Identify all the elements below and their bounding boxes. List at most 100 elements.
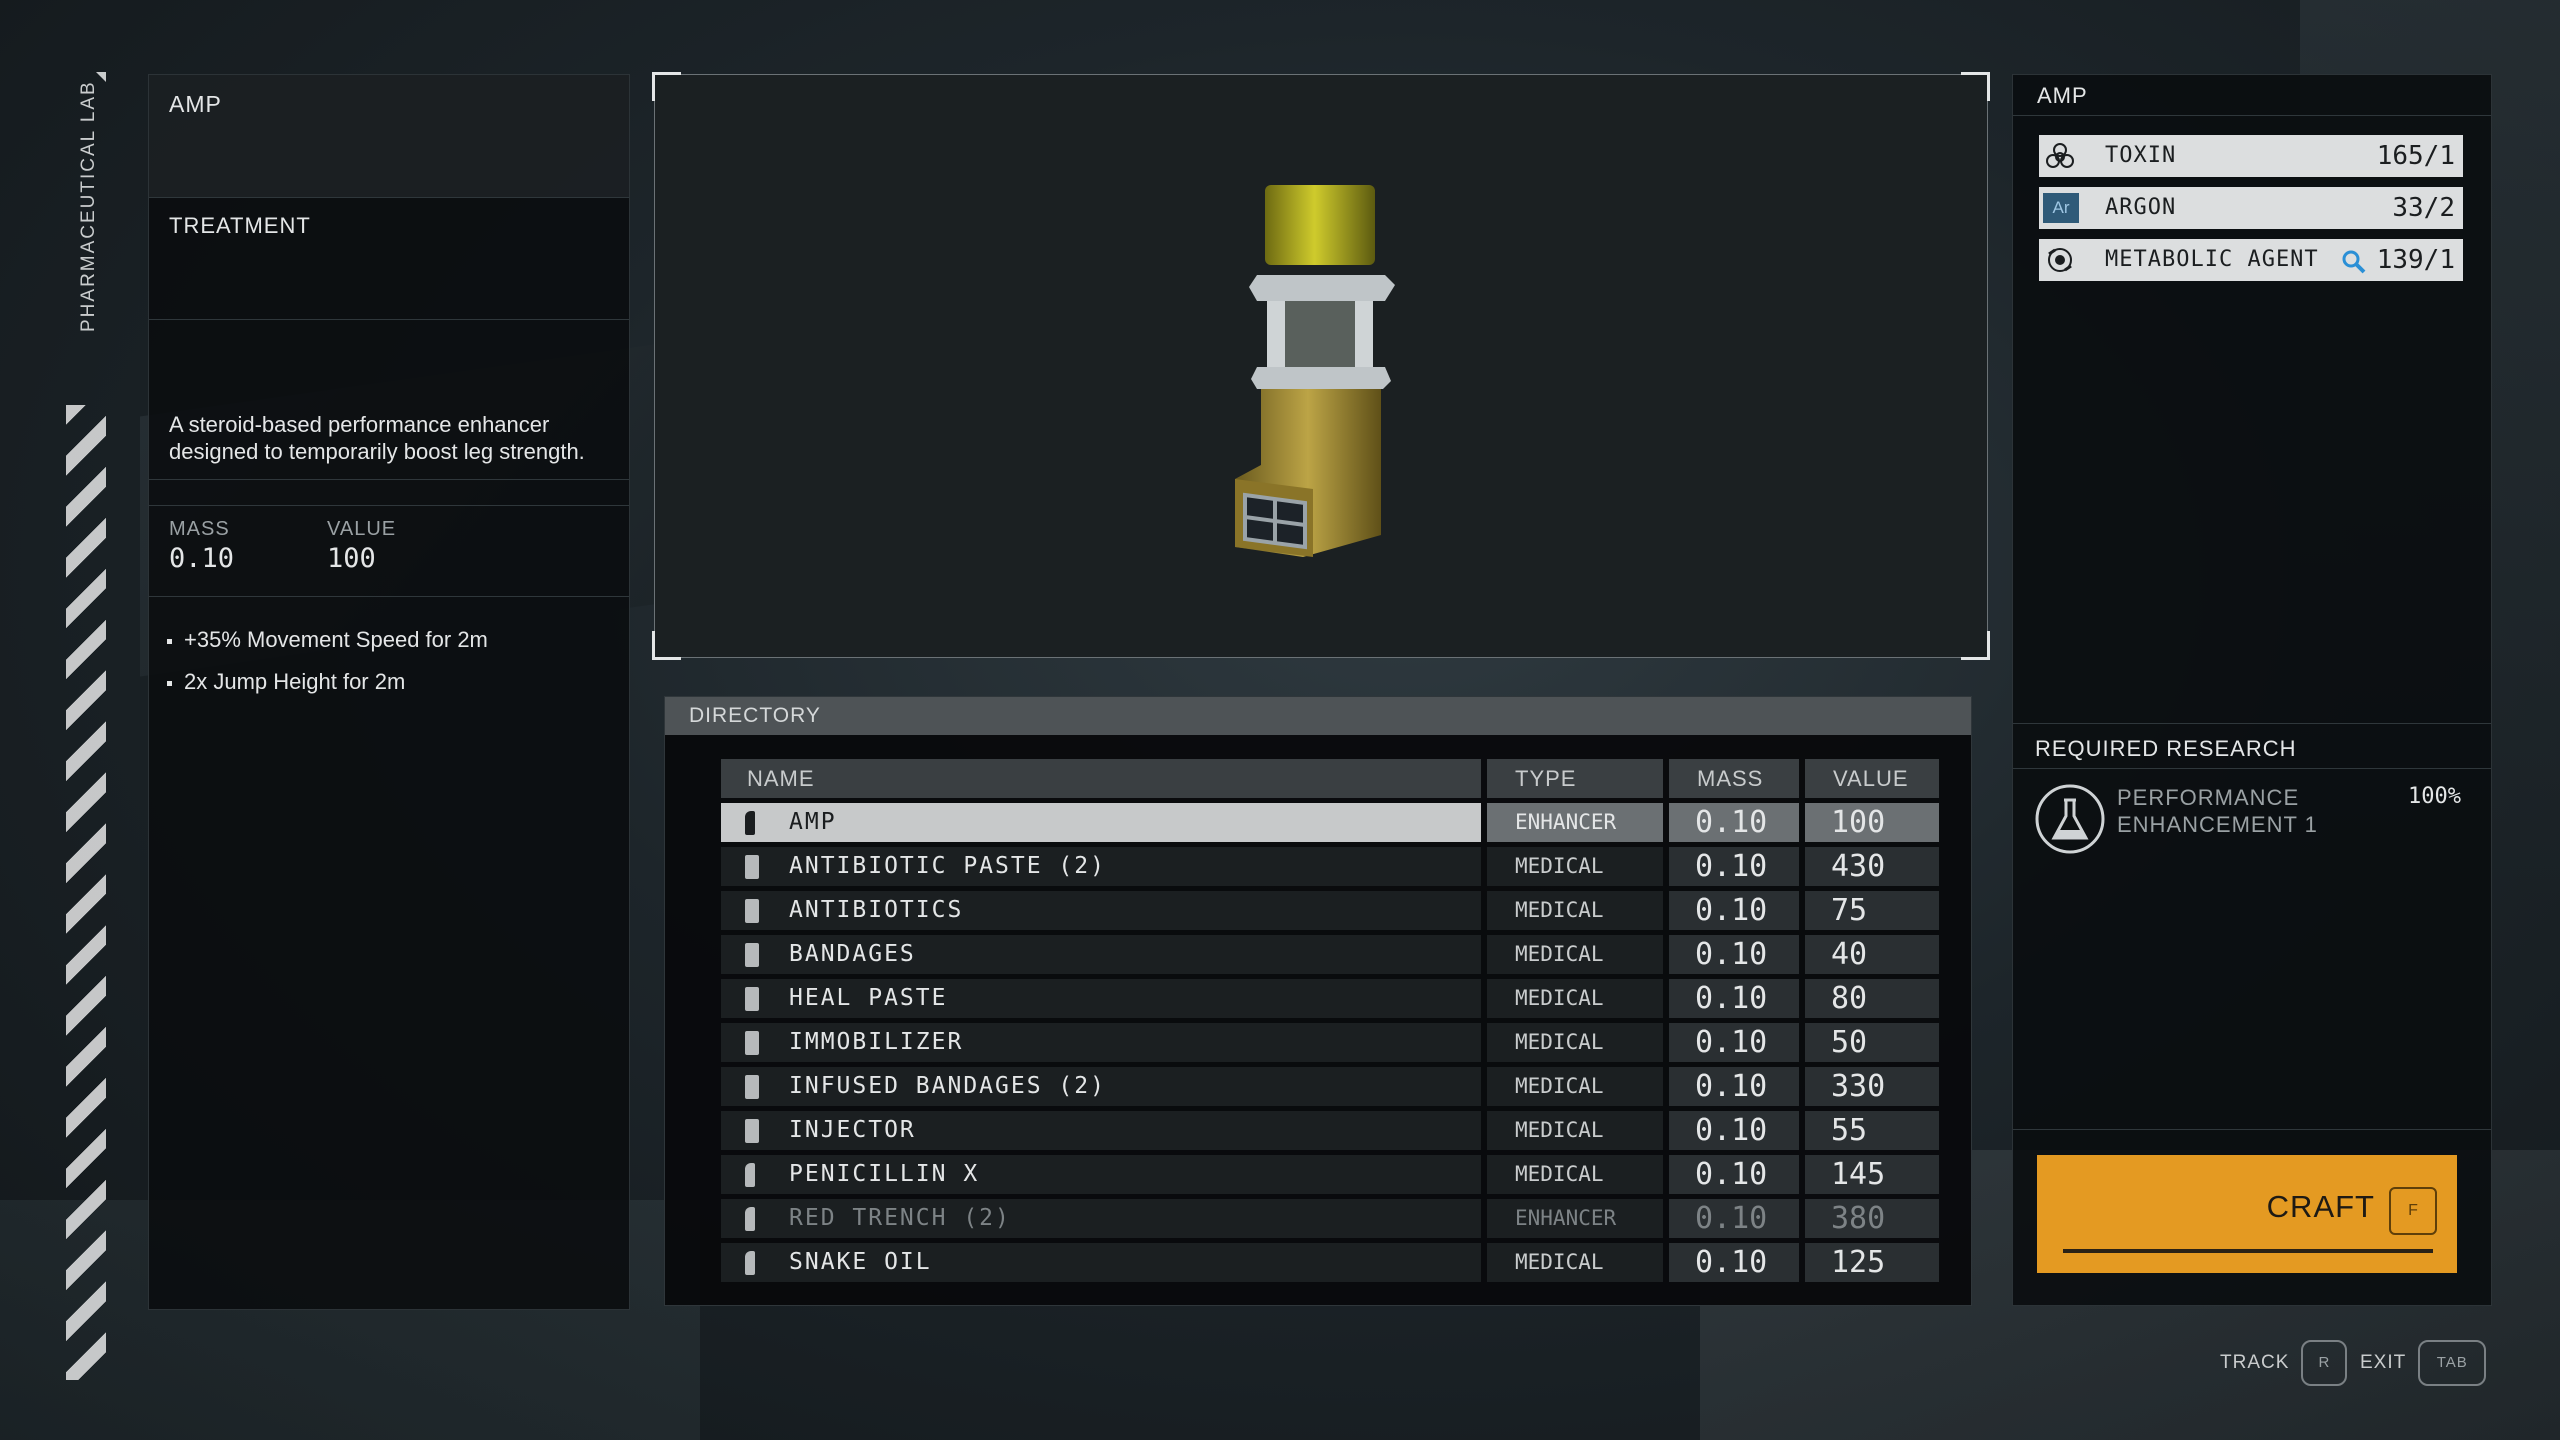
item-name: ANTIBIOTICS [789,897,964,923]
cell-mass: 0.10 [1669,979,1799,1018]
biohazard-icon [2046,143,2074,168]
cell-mass: 0.10 [1669,803,1799,842]
cell-type: MEDICAL [1487,935,1663,974]
item-type: MEDICAL [1515,1162,1604,1186]
table-row[interactable]: SNAKE OIL MEDICAL 0.10 125 [721,1243,1943,1287]
craft-button[interactable]: CRAFT F [2037,1155,2457,1273]
item-title-section: AMP [149,75,629,198]
cell-value: 330 [1805,1067,1939,1106]
exit-keybind: TAB [2418,1340,2487,1386]
research-title: REQUIRED RESEARCH [2035,736,2297,761]
item-name: IMMOBILIZER [789,1029,964,1055]
table-row[interactable]: INFUSED BANDAGES (2) MEDICAL 0.10 330 [721,1067,1943,1111]
required-research-section: REQUIRED RESEARCH PERFORMANCE ENHANCEMEN… [2013,723,2491,854]
item-name: RED TRENCH (2) [789,1205,1011,1231]
hazard-stripes [66,405,106,1380]
cell-mass: 0.10 [1669,891,1799,930]
directory-header: DIRECTORY [665,697,1971,735]
resource-row-toxin[interactable]: TOXIN 165/1 [2039,135,2463,177]
table-row[interactable]: BANDAGES MEDICAL 0.10 40 [721,935,1943,979]
item-name: ANTIBIOTIC PASTE (2) [789,853,1106,879]
item-value: 100 [1831,805,1886,840]
directory-title: DIRECTORY [689,704,821,727]
item-value: 80 [1831,981,1868,1016]
column-header-type[interactable]: TYPE [1487,759,1663,798]
amp-inhaler-model [1235,185,1395,557]
resource-row-argon[interactable]: Ar ARGON 33/2 [2039,187,2463,229]
cell-name[interactable]: BANDAGES [721,935,1481,974]
recipe-title: AMP [2037,83,2088,108]
cell-value: 430 [1805,847,1939,886]
resource-count: 139/1 [2376,245,2455,275]
research-percent: 100% [2408,784,2461,809]
item-value: 40 [1831,937,1868,972]
table-header-row: NAME TYPE MASS VALUE [721,759,1943,803]
cell-type: MEDICAL [1487,1243,1663,1282]
cell-value: 125 [1805,1243,1939,1282]
table-row[interactable]: INJECTOR MEDICAL 0.10 55 [721,1111,1943,1155]
cell-value: 80 [1805,979,1939,1018]
exit-hint[interactable]: EXIT TAB [2360,1340,2487,1386]
mass-stat: MASS 0.10 [169,518,234,574]
table-row[interactable]: RED TRENCH (2) ENHANCER 0.10 380 [721,1199,1943,1243]
resource-name: TOXIN [2105,143,2177,168]
item-mass: 0.10 [1695,1069,1768,1104]
resource-row-metabolic-agent[interactable]: METABOLIC AGENT 139/1 [2039,239,2463,281]
item-name: AMP [789,809,837,835]
item-mass: 0.10 [1695,1245,1768,1280]
cell-name[interactable]: INJECTOR [721,1111,1481,1150]
table-row[interactable]: HEAL PASTE MEDICAL 0.10 80 [721,979,1943,1023]
item-mass: 0.10 [1695,1113,1768,1148]
cell-name[interactable]: AMP [721,803,1481,842]
item-stats-section: MASS 0.10 VALUE 100 [149,505,629,597]
cell-name[interactable]: IMMOBILIZER [721,1023,1481,1062]
item-name: BANDAGES [789,941,916,967]
item-name: INJECTOR [789,1117,916,1143]
cell-mass: 0.10 [1669,1243,1799,1282]
item-value: 430 [1831,849,1886,884]
cell-value: 380 [1805,1199,1939,1238]
cell-name[interactable]: ANTIBIOTICS [721,891,1481,930]
cell-type: ENHANCER [1487,803,1663,842]
search-icon[interactable] [2341,249,2367,275]
item-type-section: TREATMENT [149,197,629,320]
cell-value: 75 [1805,891,1939,930]
resource-count: 165/1 [2376,141,2455,171]
cell-type: MEDICAL [1487,891,1663,930]
effect-item: 2x Jump Height for 2m [167,669,617,695]
value-value: 100 [327,543,376,574]
item-type: ENHANCER [1515,810,1617,834]
value-stat: VALUE 100 [327,518,396,574]
item-value: 50 [1831,1025,1868,1060]
table-row[interactable]: PENICILLIN X MEDICAL 0.10 145 [721,1155,1943,1199]
item-mass: 0.10 [1695,1025,1768,1060]
value-label: VALUE [327,518,397,540]
table-row[interactable]: ANTIBIOTICS MEDICAL 0.10 75 [721,891,1943,935]
resource-name: ARGON [2105,195,2177,220]
cell-name[interactable]: INFUSED BANDAGES (2) [721,1067,1481,1106]
cell-value: 55 [1805,1111,1939,1150]
cell-name[interactable]: HEAL PASTE [721,979,1481,1018]
table-row[interactable]: AMP ENHANCER 0.10 100 [721,803,1943,847]
item-mass: 0.10 [1695,937,1768,972]
item-preview[interactable] [652,72,1990,660]
track-hint[interactable]: TRACK R [2220,1340,2348,1386]
bullet-icon [167,680,172,686]
cell-name[interactable]: RED TRENCH (2) [721,1199,1481,1238]
cell-mass: 0.10 [1669,1111,1799,1150]
frame-corner [652,631,681,660]
table-row[interactable]: IMMOBILIZER MEDICAL 0.10 50 [721,1023,1943,1067]
research-name: PERFORMANCE ENHANCEMENT 1 [2117,785,2318,837]
cell-name[interactable]: SNAKE OIL [721,1243,1481,1282]
cell-name[interactable]: PENICILLIN X [721,1155,1481,1194]
cell-name[interactable]: ANTIBIOTIC PASTE (2) [721,847,1481,886]
column-header-value[interactable]: VALUE [1805,759,1939,798]
medkit-icon [745,1075,759,1099]
item-name: HEAL PASTE [789,985,948,1011]
column-header-name[interactable]: NAME [721,759,1481,798]
effect-text: 2x Jump Height for 2m [184,669,406,694]
column-header-mass[interactable]: MASS [1669,759,1799,798]
item-mass: 0.10 [1695,893,1768,928]
cell-type: MEDICAL [1487,847,1663,886]
table-row[interactable]: ANTIBIOTIC PASTE (2) MEDICAL 0.10 430 [721,847,1943,891]
